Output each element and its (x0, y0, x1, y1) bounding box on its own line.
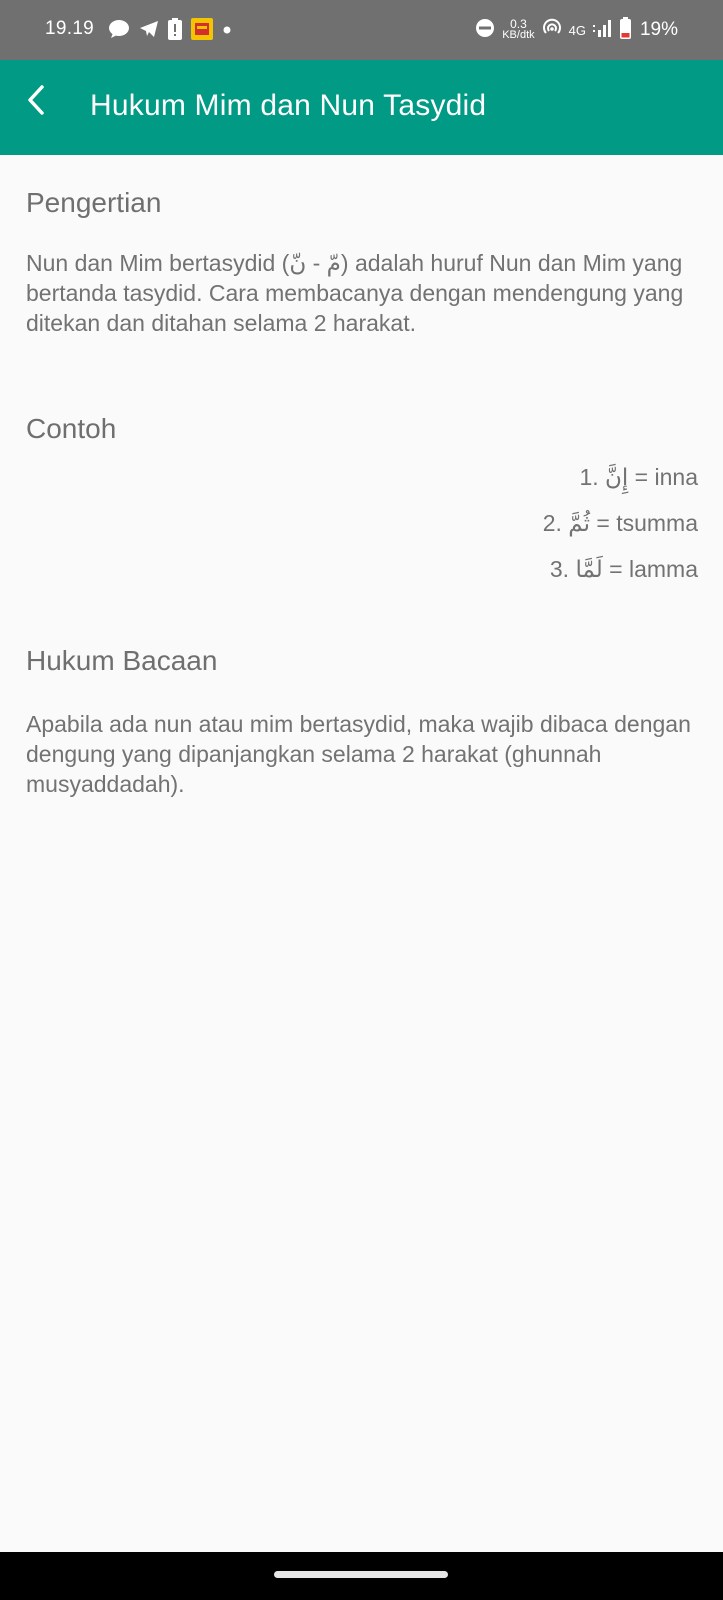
pengertian-text: Nun dan Mim bertasydid (مّ - نّ) adalah … (26, 250, 684, 336)
back-arrow-icon (25, 84, 47, 121)
example-item: 3. لَمَّا = lamma (549, 556, 698, 582)
network-type: 4G (568, 22, 586, 38)
battery-alert-icon (168, 17, 182, 45)
example-list: 1. إِنَّ = inna 2. ثُمَّ = tsumma 3. لَم… (26, 462, 698, 600)
status-time: 19.19 (45, 18, 95, 39)
heading-hukum-bacaan: Hukum Bacaan (26, 645, 218, 676)
hotspot-icon (542, 18, 562, 43)
battery-percent: 19% (639, 19, 678, 40)
hukum-bacaan-text: Apabila ada nun atau mim bertasydid, mak… (26, 711, 691, 797)
status-right-icons: 0.3 KB/dtk 4G 19% (475, 16, 678, 44)
heading-contoh: Contoh (26, 413, 117, 444)
heading-pengertian: Pengertian (26, 187, 162, 218)
home-indicator[interactable] (274, 1571, 448, 1578)
notification-icons (108, 17, 232, 45)
network-speed: 0.3 KB/dtk (502, 18, 535, 41)
page-title: Hukum Mim dan Nun Tasydid (90, 89, 487, 122)
app-bar: Hukum Mim dan Nun Tasydid (0, 60, 723, 155)
more-notifications-dot-icon (222, 22, 232, 40)
back-button[interactable] (14, 80, 58, 124)
navigation-bar (0, 1552, 723, 1600)
battery-icon (619, 16, 631, 44)
telegram-icon (139, 20, 159, 43)
signal-icon (592, 19, 613, 42)
status-bar: 19.19 0.3 KB/dtk 4G 19% (0, 0, 723, 60)
message-icon (108, 19, 130, 44)
example-item: 1. إِنَّ = inna (579, 464, 698, 490)
do-not-disturb-icon (475, 18, 495, 43)
example-item: 2. ثُمَّ = tsumma (542, 510, 698, 536)
app-notification-icon (191, 17, 213, 45)
network-speed-unit: KB/dtk (502, 29, 535, 41)
